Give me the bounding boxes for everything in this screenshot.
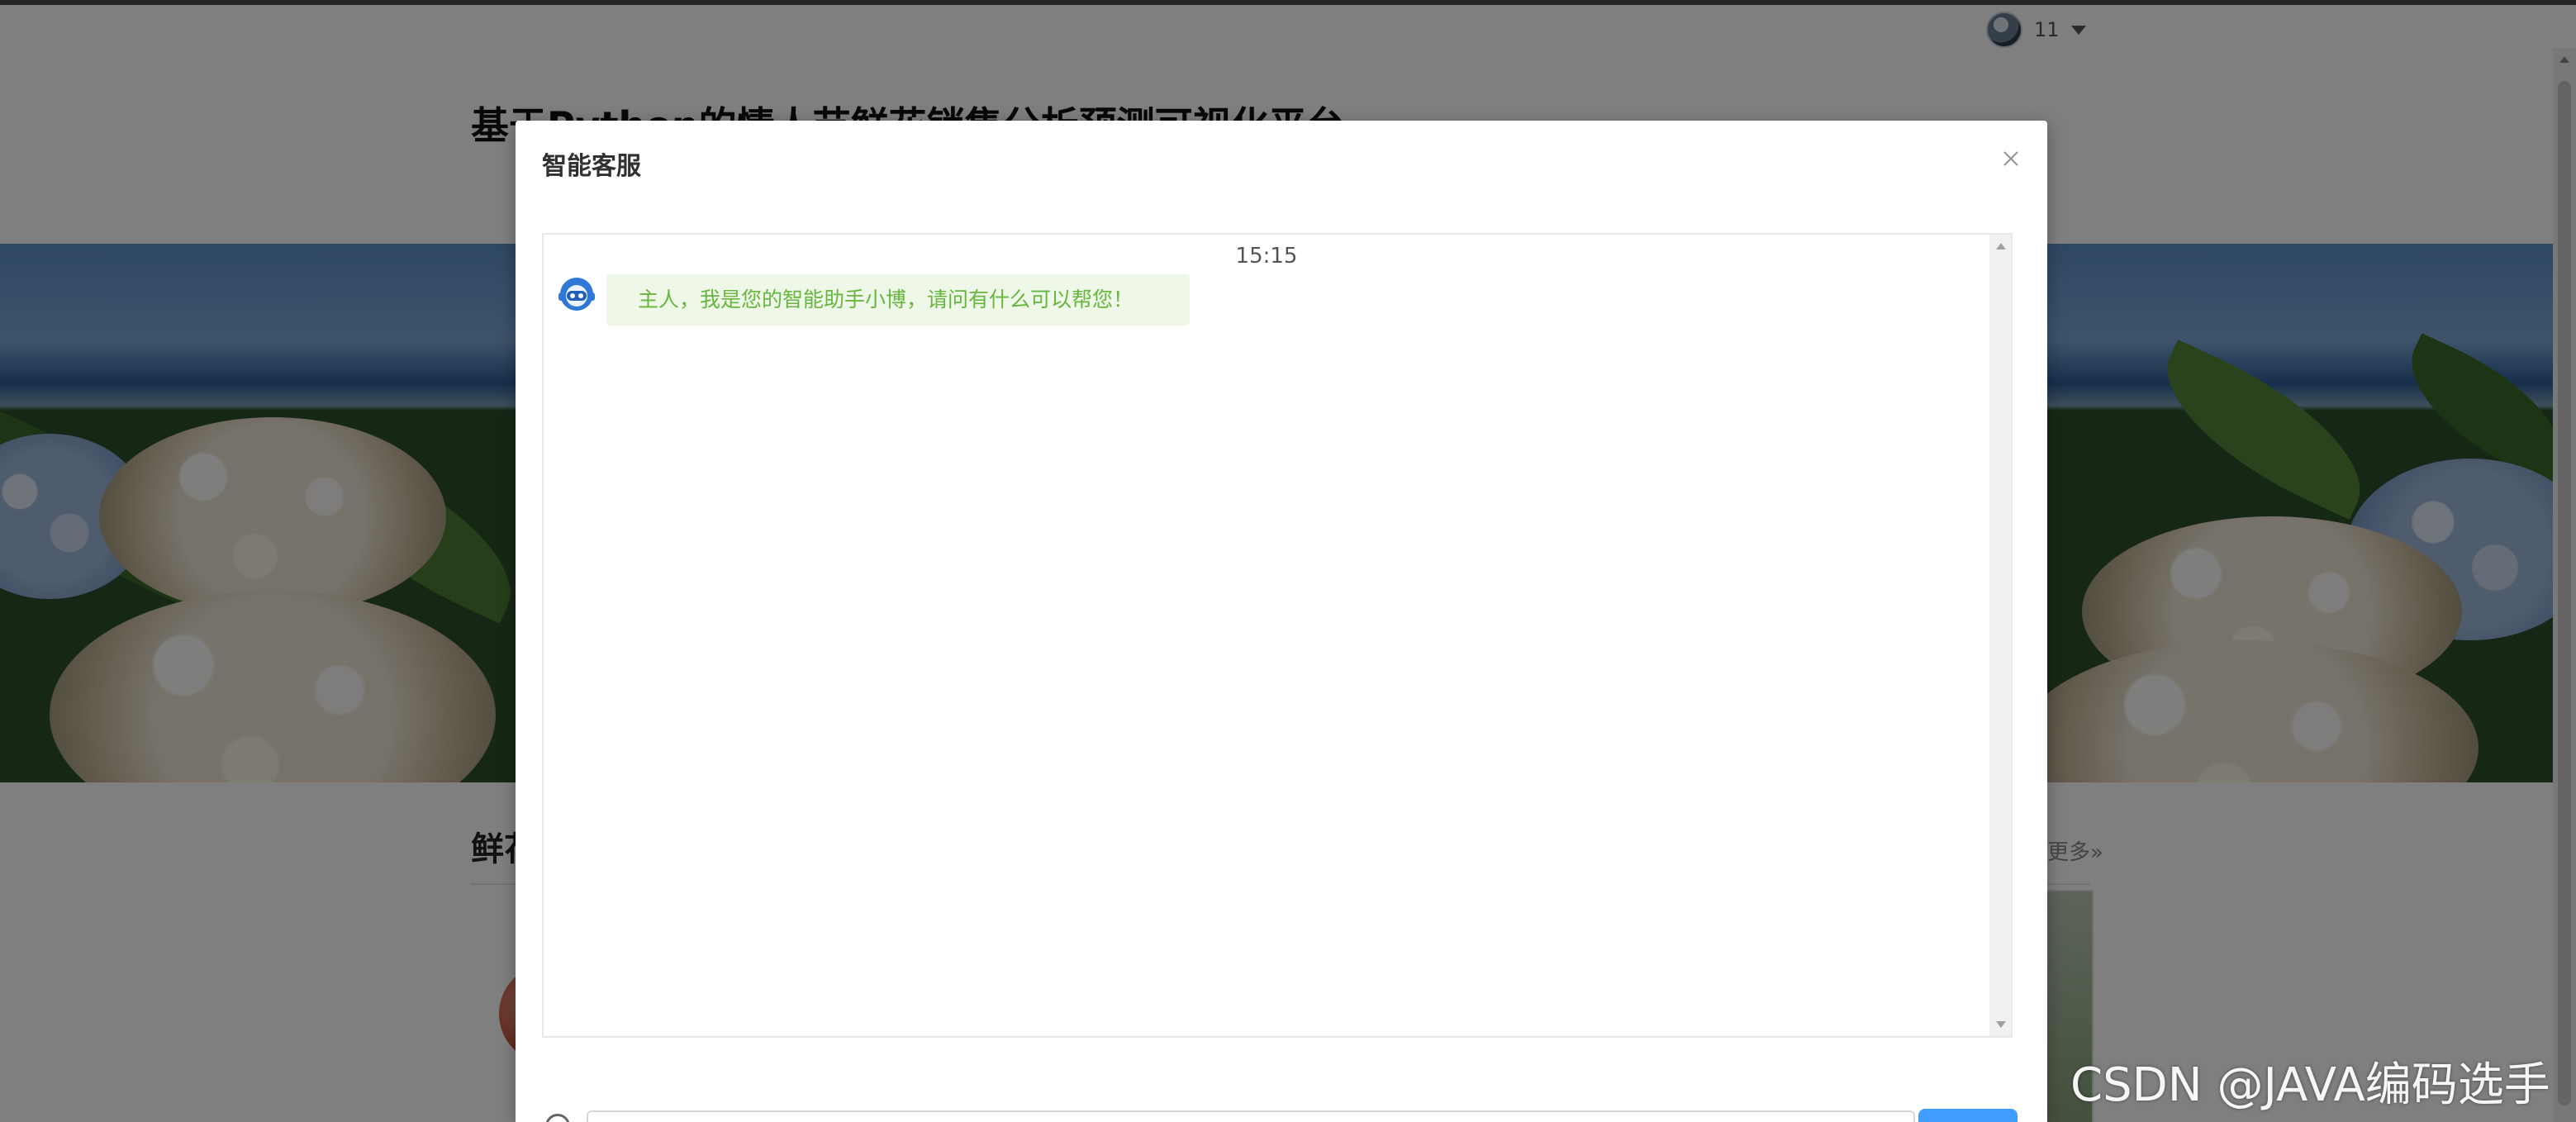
chat-input[interactable] [587, 1110, 1915, 1122]
chat-message-area[interactable]: 15:15 主人，我是您的智能助手小博，请问有什么可以帮您！ [542, 233, 2013, 1038]
close-button[interactable] [1994, 142, 2027, 175]
chat-scrollbar[interactable] [1989, 235, 2011, 1036]
chat-dialog: 智能客服 15:15 主人，我是您的智能助手小博，请问有什么可以帮您！ [516, 121, 2047, 1122]
emoji-icon[interactable] [545, 1114, 570, 1122]
dialog-title: 智能客服 [542, 152, 641, 181]
scroll-down-arrow-icon[interactable] [1996, 1021, 2006, 1028]
chat-timestamp: 15:15 [1235, 244, 1298, 269]
page: 11 基于Python的情人节鲜花销售分析预测可视化平台 鲜花推荐 更多» 智能 [0, 0, 2576, 1122]
robot-icon [558, 278, 595, 311]
send-button[interactable] [1918, 1109, 2018, 1122]
close-icon[interactable] [2002, 150, 2020, 168]
watermark: CSDN @JAVA编码选手 [2070, 1058, 2550, 1112]
scroll-up-arrow-icon[interactable] [1996, 243, 2006, 250]
bot-message-bubble: 主人，我是您的智能助手小博，请问有什么可以帮您！ [606, 274, 1190, 326]
